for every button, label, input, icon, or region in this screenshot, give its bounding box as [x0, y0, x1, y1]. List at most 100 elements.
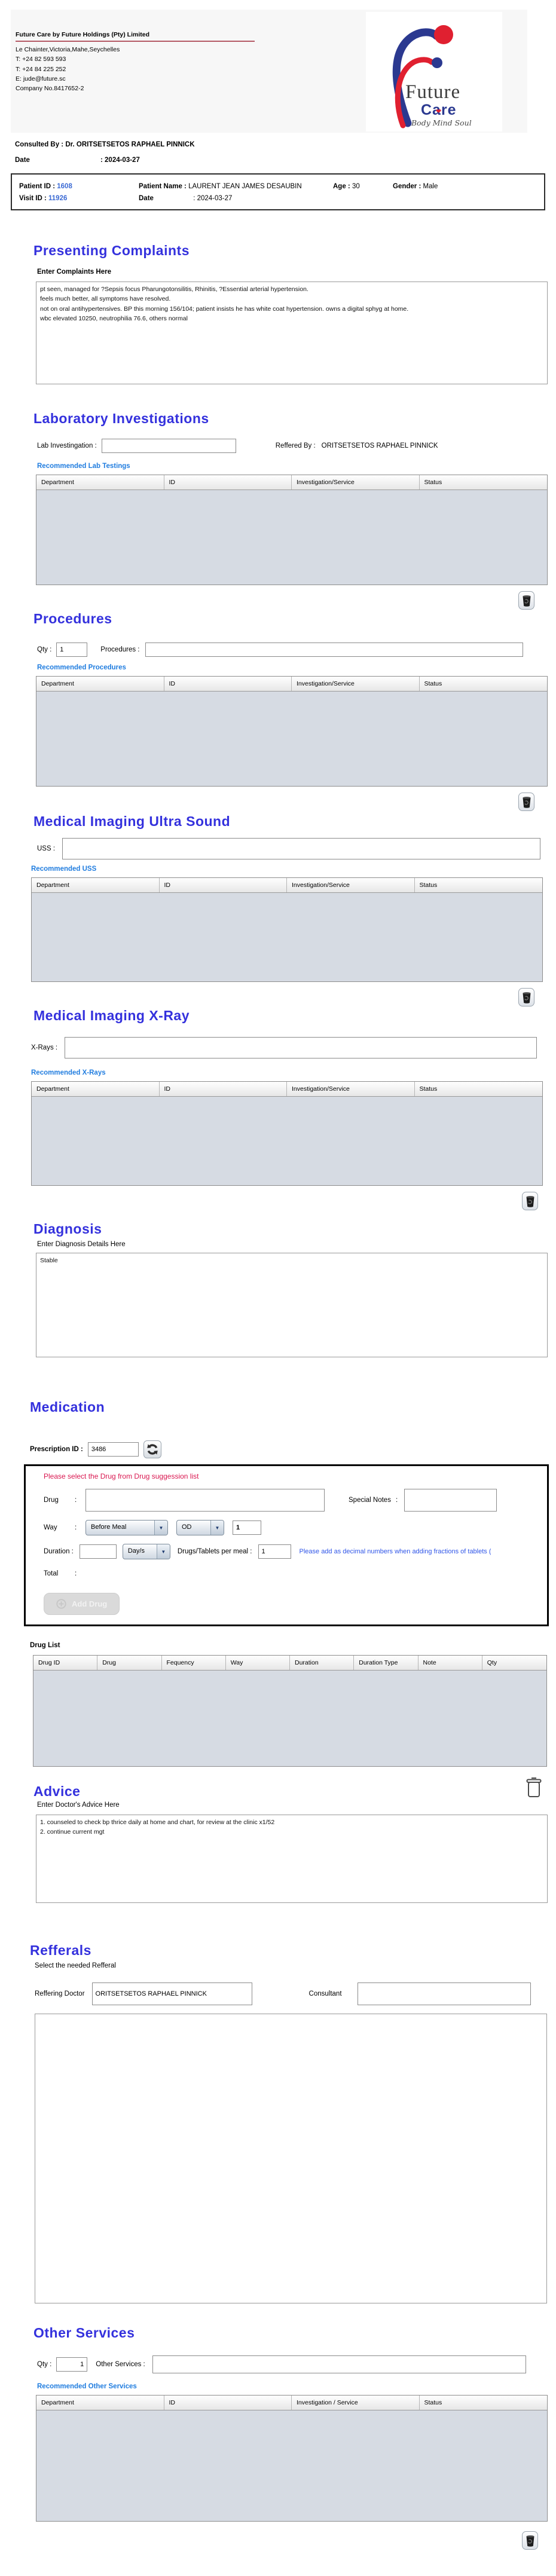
prescription-id-input[interactable]: [88, 1442, 139, 1457]
uss-table: Department ID Investigation/Service Stat…: [31, 877, 543, 982]
refresh-prescription-button[interactable]: [143, 1440, 161, 1458]
recommended-uss-link: Recommended USS: [31, 865, 556, 873]
delete-uss-button[interactable]: [518, 988, 534, 1006]
procedures-label: Procedures :: [100, 646, 139, 653]
lab-table: Department ID Investigation/Service Stat…: [36, 475, 548, 585]
referrals-label: Select the needed Refferal: [35, 1962, 556, 1969]
special-notes-label: Special Notes: [349, 1497, 391, 1504]
other-services-label: Other Services :: [96, 2361, 145, 2368]
col-status: Status: [420, 475, 548, 489]
uss-input[interactable]: [62, 838, 540, 859]
other-services-table: Department ID Investigation / Service St…: [36, 2395, 548, 2522]
patient-id-value: 1608: [57, 183, 72, 190]
medication-title: Medication: [30, 1399, 556, 1415]
total-label: Total: [44, 1570, 75, 1577]
chevron-down-icon: ▼: [154, 1520, 167, 1535]
laboratory-title: Laboratory Investigations: [33, 411, 556, 427]
drug-warning-text: Please select the Drug from Drug suggess…: [44, 1472, 547, 1480]
way-label: Way: [44, 1524, 75, 1531]
col-qty: Qty: [482, 1656, 546, 1670]
duration-unit-select[interactable]: Day/s ▼: [123, 1544, 170, 1559]
delete-lab-button[interactable]: [518, 591, 534, 610]
delete-xray-button[interactable]: [522, 1192, 538, 1210]
uss-label: USS :: [37, 845, 55, 852]
company-info: Future Care by Future Holdings (Pty) Lim…: [16, 31, 255, 93]
company-name: Future Care by Future Holdings (Pty) Lim…: [16, 31, 255, 42]
col-investigation: Investigation / Service: [292, 2396, 420, 2410]
col-status: Status: [415, 878, 543, 892]
frequency-select[interactable]: OD ▼: [176, 1520, 224, 1535]
logo-heart-icon: ❤: [436, 108, 441, 115]
per-meal-label: Drugs/Tablets per meal :: [178, 1548, 252, 1555]
visit-date-value: : 2024-03-27: [193, 195, 232, 202]
xray-table: Department ID Investigation/Service Stat…: [31, 1081, 543, 1186]
col-department: Department: [36, 475, 164, 489]
frequency-value: OD: [177, 1520, 210, 1535]
col-department: Department: [32, 1082, 160, 1096]
recommended-procedures-link: Recommended Procedures: [37, 664, 556, 671]
gender-value: Male: [423, 183, 438, 190]
frequency-qty-input[interactable]: [233, 1520, 261, 1535]
drug-input[interactable]: [85, 1489, 325, 1512]
ultrasound-title: Medical Imaging Ultra Sound: [33, 813, 556, 830]
patient-name-label: Patient Name :: [139, 183, 187, 190]
trash-outline-icon: [526, 1777, 542, 1798]
lab-investigation-label: Lab Investingation :: [37, 442, 97, 449]
patient-row-2: Visit ID : 11926 Date : 2024-03-27: [19, 195, 537, 202]
consultant-label: Consultant: [309, 1990, 342, 1997]
xray-title: Medical Imaging X-Ray: [33, 1008, 556, 1024]
col-id: ID: [160, 878, 288, 892]
delete-procedures-button[interactable]: [518, 793, 534, 811]
add-drug-button[interactable]: Add Drug: [44, 1593, 120, 1615]
other-qty-input[interactable]: [56, 2357, 87, 2372]
procedures-qty-label: Qty :: [37, 646, 51, 653]
lab-investigation-input[interactable]: [102, 439, 236, 453]
col-id: ID: [164, 677, 292, 691]
consultant-input[interactable]: [358, 1983, 531, 2005]
advice-title: Advice: [33, 1783, 80, 1800]
other-services-input[interactable]: [152, 2355, 526, 2373]
meal-timing-select[interactable]: Before Meal ▼: [85, 1520, 168, 1535]
chevron-down-icon: ▼: [157, 1544, 170, 1559]
presenting-complaints-title: Presenting Complaints: [33, 243, 556, 259]
procedures-input[interactable]: [145, 643, 523, 657]
logo-word-future: Future: [405, 81, 460, 103]
meal-timing-value: Before Meal: [86, 1520, 154, 1535]
trash-icon: [526, 1195, 535, 1207]
company-address: Le Chainter,Victoria,Mahe,Seychelles: [16, 45, 255, 54]
referred-by-label: Reffered By :: [276, 442, 316, 449]
advice-textarea[interactable]: 1. counseled to check bp thrice daily at…: [36, 1815, 548, 1903]
xray-input[interactable]: [65, 1037, 537, 1058]
other-services-title: Other Services: [33, 2325, 556, 2341]
other-table-body: [36, 2410, 547, 2521]
col-note: Note: [418, 1656, 482, 1670]
delete-drug-button[interactable]: [524, 1775, 544, 1800]
drug-table-header: Drug ID Drug Fequency Way Duration Durat…: [33, 1656, 546, 1671]
chevron-down-icon: ▼: [210, 1520, 224, 1535]
procedures-table-body: [36, 692, 547, 786]
procedures-qty-input[interactable]: [56, 643, 87, 657]
delete-other-services-button[interactable]: [522, 2531, 538, 2550]
col-investigation: Investigation/Service: [287, 1082, 415, 1096]
visit-id-label: Visit ID :: [19, 195, 47, 202]
per-meal-input[interactable]: [258, 1544, 291, 1559]
referring-doctor-input[interactable]: [92, 1983, 252, 2005]
duration-input[interactable]: [80, 1544, 117, 1559]
drug-list-label: Drug List: [30, 1642, 556, 1649]
col-id: ID: [164, 475, 292, 489]
consult-date-value: : 2024-03-27: [100, 157, 140, 164]
plus-circle-icon: [56, 1599, 66, 1609]
consult-date-label: Date: [15, 157, 100, 164]
patient-info-box: Patient ID : 1608 Patient Name : LAURENT…: [11, 173, 545, 210]
procedures-table-header: Department ID Investigation/Service Stat…: [36, 677, 547, 692]
referral-list-box[interactable]: [35, 2014, 547, 2303]
recommended-lab-link: Recommended Lab Testings: [37, 463, 556, 470]
col-way: Way: [226, 1656, 290, 1670]
company-email: E: jude@future.sc: [16, 74, 255, 84]
special-notes-input[interactable]: [404, 1489, 497, 1512]
complaints-textarea[interactable]: pt seen, managed for ?Sepsis focus Pharu…: [36, 282, 548, 384]
xray-table-body: [32, 1097, 542, 1185]
company-phone-2: T: +24 84 225 252: [16, 65, 255, 74]
patient-name-value: LAURENT JEAN JAMES DESAUBIN: [188, 183, 302, 190]
diagnosis-textarea[interactable]: Stable: [36, 1253, 548, 1357]
